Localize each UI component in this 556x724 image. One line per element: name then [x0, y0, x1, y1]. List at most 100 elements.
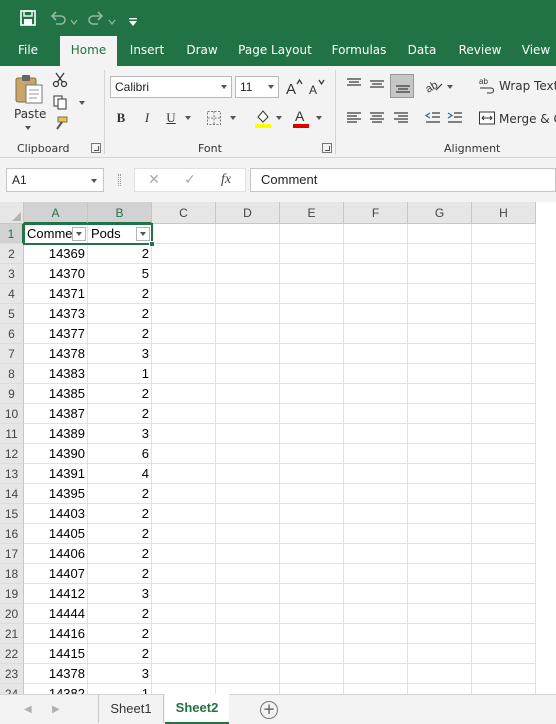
empty-cell[interactable] [280, 324, 344, 344]
cell-comment[interactable]: 14390 [24, 444, 88, 464]
font-size-combo[interactable]: 11 [235, 76, 279, 98]
customize-qat-icon[interactable] [128, 12, 138, 32]
empty-cell[interactable] [280, 484, 344, 504]
row-header[interactable]: 21 [0, 624, 24, 644]
empty-cell[interactable] [344, 524, 408, 544]
align-center-icon[interactable] [368, 110, 386, 126]
cell-pods[interactable]: 6 [88, 444, 152, 464]
empty-cell[interactable] [280, 264, 344, 284]
empty-cell[interactable] [408, 404, 472, 424]
empty-cell[interactable] [408, 684, 472, 694]
row-header[interactable]: 20 [0, 604, 24, 624]
empty-cell[interactable] [408, 624, 472, 644]
row-header[interactable]: 19 [0, 584, 24, 604]
empty-cell[interactable] [152, 484, 216, 504]
merge-center-icon[interactable] [478, 110, 496, 126]
bold-icon[interactable]: B [110, 108, 132, 128]
cut-icon[interactable] [52, 72, 68, 88]
empty-cell[interactable] [280, 464, 344, 484]
empty-cell[interactable] [280, 224, 344, 244]
font-color-dropdown-icon[interactable] [316, 116, 322, 120]
empty-cell[interactable] [472, 404, 536, 424]
empty-cell[interactable] [408, 264, 472, 284]
cell-comment[interactable]: 14370 [24, 264, 88, 284]
row-header[interactable]: 24 [0, 684, 24, 694]
empty-cell[interactable] [344, 544, 408, 564]
empty-cell[interactable] [216, 444, 280, 464]
empty-cell[interactable] [152, 424, 216, 444]
paste-label[interactable]: Paste [14, 107, 46, 121]
cell-comment[interactable]: 14387 [24, 404, 88, 424]
row-header[interactable]: 22 [0, 644, 24, 664]
font-launcher-icon[interactable] [322, 143, 332, 153]
empty-cell[interactable] [216, 584, 280, 604]
borders-dropdown-icon[interactable] [230, 116, 236, 120]
empty-cell[interactable] [280, 664, 344, 684]
header-cell-comment[interactable]: Comme [24, 224, 88, 244]
empty-cell[interactable] [152, 564, 216, 584]
empty-cell[interactable] [344, 484, 408, 504]
cell-pods[interactable]: 2 [88, 324, 152, 344]
cell-comment[interactable]: 14407 [24, 564, 88, 584]
empty-cell[interactable] [344, 424, 408, 444]
tab-insert[interactable]: Insert [124, 36, 170, 66]
empty-cell[interactable] [216, 624, 280, 644]
empty-cell[interactable] [216, 544, 280, 564]
name-box[interactable]: A1 [6, 168, 104, 192]
empty-cell[interactable] [216, 664, 280, 684]
underline-icon[interactable]: U [160, 108, 182, 128]
decrease-font-icon[interactable]: A [308, 78, 326, 96]
row-header[interactable]: 14 [0, 484, 24, 504]
empty-cell[interactable] [216, 364, 280, 384]
column-header-c[interactable]: C [152, 202, 216, 224]
column-header-a[interactable]: A [24, 202, 88, 224]
empty-cell[interactable] [472, 384, 536, 404]
wrap-text-icon[interactable]: ab [478, 76, 496, 94]
undo-dropdown-icon[interactable] [70, 12, 78, 32]
empty-cell[interactable] [152, 604, 216, 624]
enter-icon[interactable]: ✓ [175, 169, 205, 191]
redo-dropdown-icon[interactable] [108, 12, 116, 32]
empty-cell[interactable] [280, 644, 344, 664]
empty-cell[interactable] [152, 304, 216, 324]
empty-cell[interactable] [216, 384, 280, 404]
row-header[interactable]: 8 [0, 364, 24, 384]
scroll-left-icon[interactable]: ◀ [24, 704, 32, 715]
empty-cell[interactable] [344, 684, 408, 694]
empty-cell[interactable] [472, 624, 536, 644]
tab-draw[interactable]: Draw [180, 36, 224, 66]
empty-cell[interactable] [280, 604, 344, 624]
empty-cell[interactable] [152, 284, 216, 304]
cell-comment[interactable]: 14412 [24, 584, 88, 604]
empty-cell[interactable] [280, 304, 344, 324]
empty-cell[interactable] [152, 244, 216, 264]
copy-icon[interactable] [52, 94, 68, 110]
empty-cell[interactable] [344, 584, 408, 604]
empty-cell[interactable] [152, 684, 216, 694]
empty-cell[interactable] [408, 224, 472, 244]
empty-cell[interactable] [280, 384, 344, 404]
redo-icon[interactable] [86, 8, 106, 28]
empty-cell[interactable] [344, 244, 408, 264]
row-header[interactable]: 3 [0, 264, 24, 284]
row-header[interactable]: 15 [0, 504, 24, 524]
cell-comment[interactable]: 14406 [24, 544, 88, 564]
empty-cell[interactable] [216, 564, 280, 584]
tab-formulas[interactable]: Formulas [326, 36, 392, 66]
empty-cell[interactable] [152, 584, 216, 604]
empty-cell[interactable] [408, 324, 472, 344]
header-cell-pods[interactable]: Pods [88, 224, 152, 244]
empty-cell[interactable] [280, 544, 344, 564]
cell-pods[interactable]: 2 [88, 544, 152, 564]
empty-cell[interactable] [344, 624, 408, 644]
empty-cell[interactable] [152, 444, 216, 464]
row-header[interactable]: 5 [0, 304, 24, 324]
save-icon[interactable] [18, 8, 38, 28]
orientation-icon[interactable]: ab [424, 76, 444, 94]
empty-cell[interactable] [344, 384, 408, 404]
top-align-icon[interactable] [345, 76, 363, 92]
empty-cell[interactable] [408, 244, 472, 264]
empty-cell[interactable] [472, 584, 536, 604]
formula-bar-grip[interactable] [118, 174, 121, 186]
empty-cell[interactable] [344, 224, 408, 244]
